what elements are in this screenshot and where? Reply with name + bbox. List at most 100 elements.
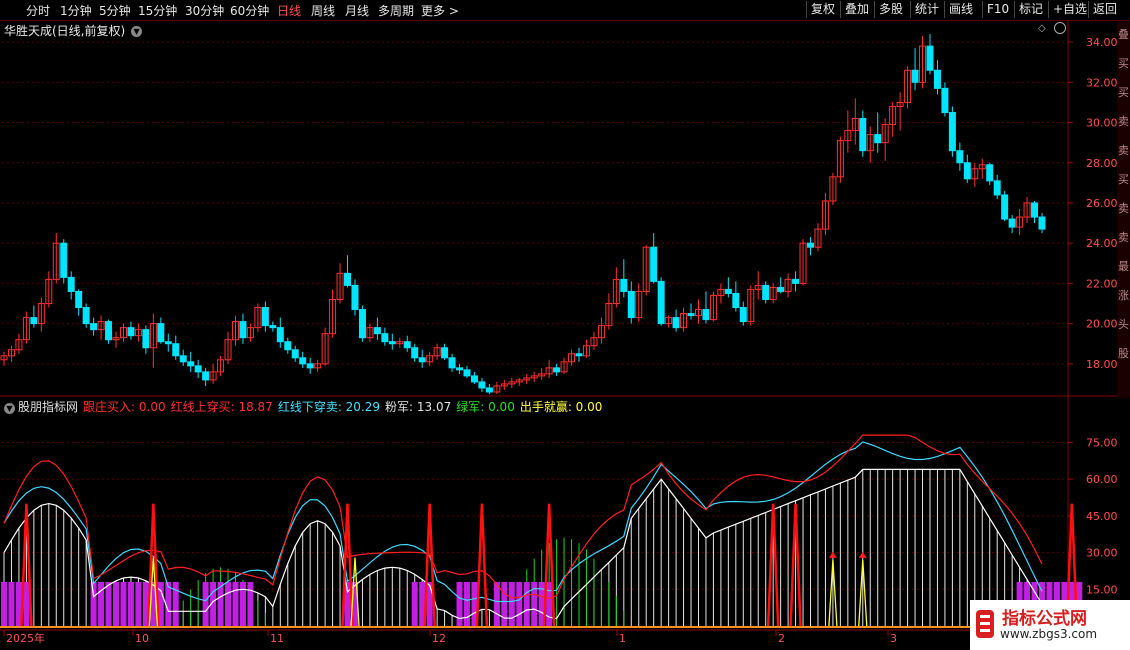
ind-magenta-bar xyxy=(523,581,530,626)
indicator-label-1: 红线上穿买: 18.87 xyxy=(170,400,273,414)
candle-body xyxy=(1031,202,1039,218)
candle-body xyxy=(463,369,471,377)
candle-body xyxy=(993,180,1001,196)
ind-magenta-bar xyxy=(247,581,254,626)
ind-magenta-bar xyxy=(463,581,470,626)
ind-magenta-bar xyxy=(546,581,553,626)
buy-arrow-icon xyxy=(828,551,837,558)
price-tick-label: 18.00 xyxy=(1086,358,1118,371)
candle-body xyxy=(344,272,352,286)
candle-body xyxy=(441,347,449,359)
buy-arrow-icon xyxy=(858,551,867,558)
candle-body xyxy=(1038,216,1046,230)
candle-body xyxy=(164,341,172,345)
candle-body xyxy=(194,365,202,373)
candle-body xyxy=(620,278,628,292)
indicator-name: 股朋指标网 xyxy=(18,400,79,414)
chevron-down-icon[interactable]: ▼ xyxy=(4,403,15,414)
candle-body xyxy=(792,278,800,284)
candle-body xyxy=(82,307,90,325)
candle-body xyxy=(306,363,314,369)
watermark-logo-icon xyxy=(976,610,994,638)
candle-body xyxy=(403,341,411,349)
indicator-label-2: 红线下穿卖: 20.29 xyxy=(277,400,381,414)
indicator-label-4: 绿军: 0.00 xyxy=(456,400,515,414)
candle-body xyxy=(575,353,583,357)
candle-body xyxy=(127,327,135,337)
candle-body xyxy=(456,367,464,371)
candle-body xyxy=(777,286,785,292)
ind-magenta-bar xyxy=(23,581,30,626)
date-tick-label: 12 xyxy=(432,632,446,645)
candle-body xyxy=(986,164,994,182)
candle-body xyxy=(418,357,426,363)
candle-body xyxy=(762,284,770,300)
candle-body xyxy=(724,288,732,294)
date-tick-label: 1 xyxy=(619,632,626,645)
candle-body xyxy=(291,349,299,359)
date-tick-label: 2025年 xyxy=(6,631,45,645)
ind-tick-label: 45.00 xyxy=(1086,510,1118,523)
candle-body xyxy=(67,276,75,292)
date-tick-label: 10 xyxy=(135,632,149,645)
ind-tick-label: 15.00 xyxy=(1086,583,1118,596)
price-tick-label: 24.00 xyxy=(1086,237,1118,250)
ind-magenta-bar xyxy=(426,581,433,626)
ind-magenta-bar xyxy=(1,581,7,626)
candle-body xyxy=(933,69,941,89)
ind-magenta-bar xyxy=(90,581,97,626)
price-tick-label: 32.00 xyxy=(1086,76,1118,89)
candle-body xyxy=(470,375,478,383)
chart-canvas: 34.00 32.00 30.00 28.00 26.00 24.00 22.00 20.00… xyxy=(0,20,1118,650)
candle-body xyxy=(142,329,150,349)
candle-body xyxy=(807,242,815,248)
candle-body xyxy=(956,150,964,164)
candle-body xyxy=(911,69,919,83)
price-tick-label: 28.00 xyxy=(1086,157,1118,170)
ind-red-line xyxy=(3,434,1043,599)
ind-magenta-bar xyxy=(232,581,239,626)
candle-body xyxy=(187,361,195,367)
ind-cyan-line xyxy=(3,441,1043,603)
candle-body xyxy=(157,323,165,343)
price-tick-label: 22.00 xyxy=(1086,277,1118,290)
candle-body xyxy=(1001,194,1009,220)
candle-body xyxy=(672,317,680,329)
date-tick-label: 3 xyxy=(890,632,897,645)
candle-body xyxy=(373,327,381,335)
ind-magenta-bar xyxy=(120,581,127,626)
candle-body xyxy=(411,347,419,359)
candle-body xyxy=(269,325,277,329)
ind-magenta-bar xyxy=(225,581,232,626)
watermark-title: 指标公式网 xyxy=(1002,609,1087,629)
candle-body xyxy=(627,290,635,319)
candle-body xyxy=(75,290,83,309)
price-tick-label: 26.00 xyxy=(1086,197,1118,210)
candle-body xyxy=(276,327,284,343)
ind-magenta-bar xyxy=(493,581,500,626)
date-tick-label: 11 xyxy=(270,632,284,645)
candle-body xyxy=(388,341,396,345)
ind-magenta-bar xyxy=(127,581,134,626)
candle-body xyxy=(485,387,493,393)
ind-magenta-bar xyxy=(8,581,15,626)
candle-body xyxy=(1008,218,1016,228)
candle-body xyxy=(874,134,882,144)
candle-body xyxy=(926,45,934,71)
candle-body xyxy=(358,309,366,339)
indicator-label-3: 粉军: 13.07 xyxy=(385,400,452,414)
ind-magenta-bar xyxy=(135,581,142,626)
indicator-label-0: 跟庄买入: 0.00 xyxy=(83,400,166,414)
indicator-header: ▼ 股朋指标网 跟庄买入: 0.00 红线上穿买: 18.87 红线下穿卖: 20.29… xyxy=(4,398,607,415)
candle-body xyxy=(351,284,359,311)
candle-body xyxy=(239,321,247,339)
candle-body xyxy=(284,341,292,351)
candle-body xyxy=(299,357,307,365)
date-tick-label: 2 xyxy=(778,632,785,645)
ind-tick-label: 30.00 xyxy=(1086,547,1118,560)
indicator-label-5: 出手就赢: 0.00 xyxy=(519,400,603,414)
ind-magenta-bar xyxy=(516,581,523,626)
ind-magenta-bar xyxy=(113,581,120,626)
candle-body xyxy=(941,87,949,113)
candle-body xyxy=(478,381,486,389)
